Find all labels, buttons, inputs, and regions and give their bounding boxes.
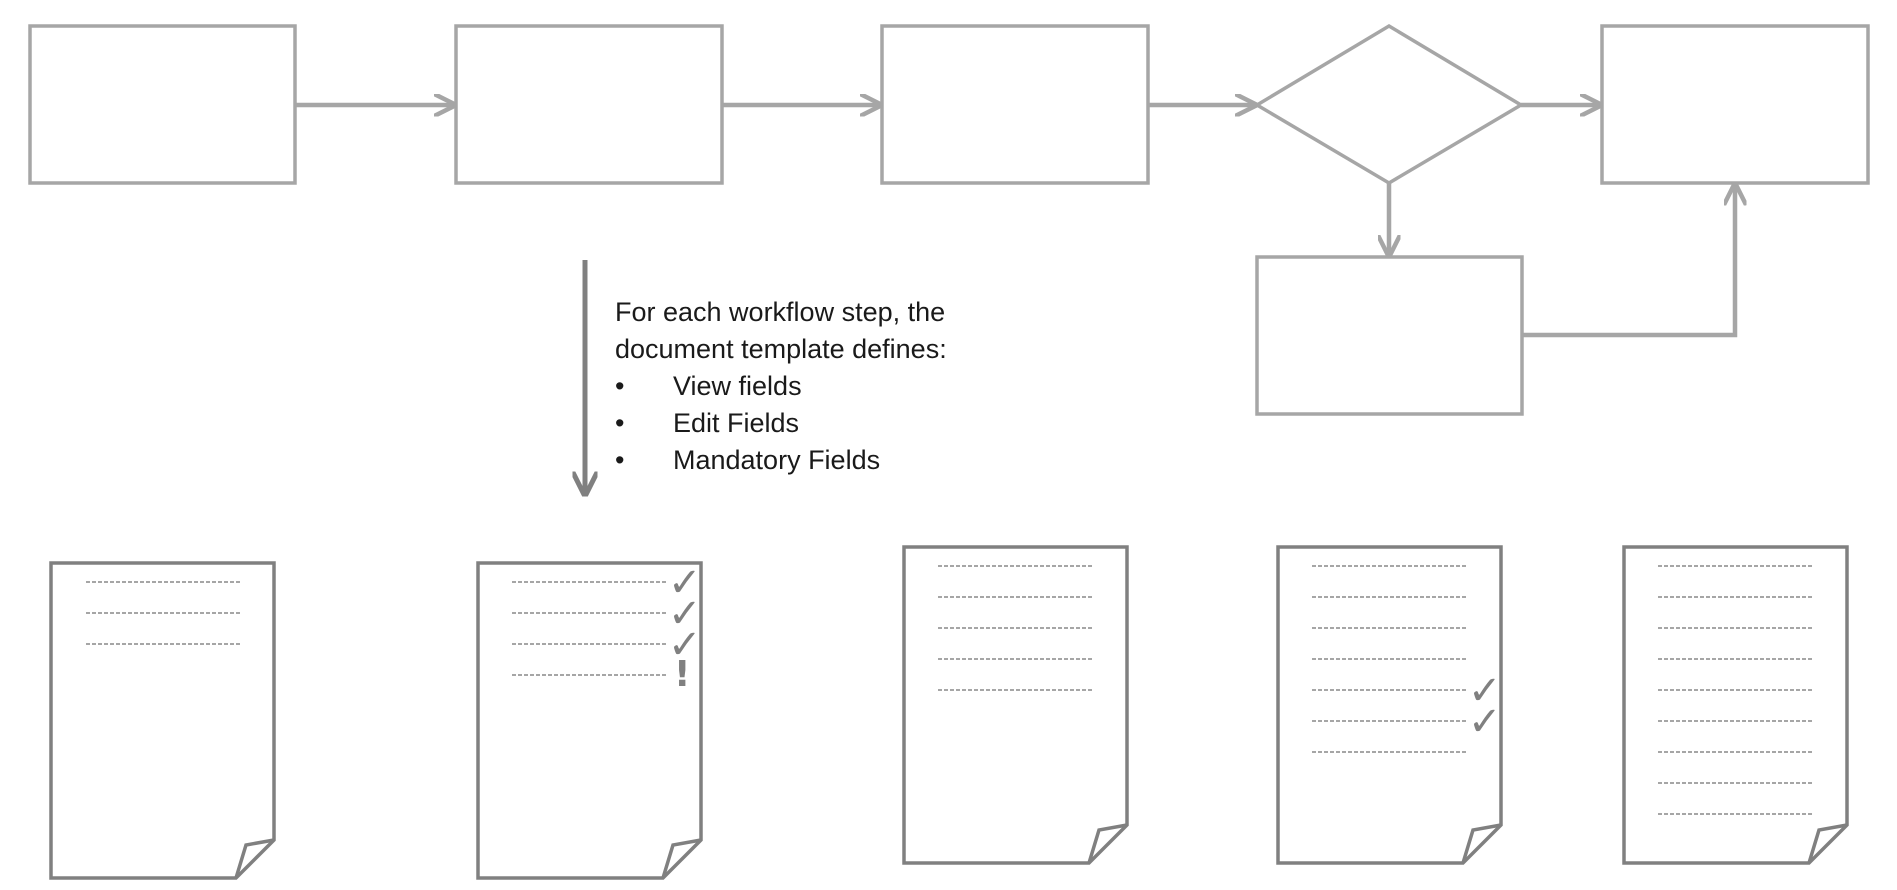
decision-diamond <box>1253 23 1525 186</box>
connector-alternate-5 <box>1522 185 1735 338</box>
document-template-5 <box>1622 545 1849 865</box>
doc2-field-lines <box>512 581 666 676</box>
bullet-icon: • <box>615 371 625 401</box>
step-box-5 <box>1600 24 1870 185</box>
list-item: • Edit Fields <box>615 405 947 442</box>
list-item-label: View fields <box>673 371 802 401</box>
doc1-field-lines <box>86 581 240 645</box>
doc5-field-lines <box>1658 565 1812 815</box>
step-box-1 <box>28 24 297 185</box>
note-intro-line-2: document template defines: <box>615 334 947 364</box>
document-template-3 <box>902 545 1129 865</box>
list-item: • Mandatory Fields <box>615 442 947 479</box>
template-description: For each workflow step, the document tem… <box>615 294 947 479</box>
bullet-icon: • <box>615 408 625 438</box>
list-item-label: Edit Fields <box>673 408 800 438</box>
mandatory-warning-mark: ! <box>674 654 690 695</box>
step-box-3 <box>880 24 1150 185</box>
edit-check-mark: ✓ <box>1468 699 1502 745</box>
list-item-label: Mandatory Fields <box>673 445 881 475</box>
note-intro-line-1: For each workflow step, the <box>615 297 946 327</box>
alternate-step-box <box>1255 255 1524 416</box>
doc3-field-lines <box>938 565 1092 691</box>
document-template-1 <box>49 561 276 880</box>
bullet-icon: • <box>615 445 625 475</box>
doc4-field-lines <box>1312 565 1466 753</box>
field-type-list: • View fields • Edit Fields • Mandatory Fie… <box>615 368 947 479</box>
workflow-diagram: ✓ ✓ ✓ ! ✓ ✓ <box>28 23 1870 880</box>
list-item: • View fields <box>615 368 947 405</box>
step-box-2 <box>454 24 724 185</box>
